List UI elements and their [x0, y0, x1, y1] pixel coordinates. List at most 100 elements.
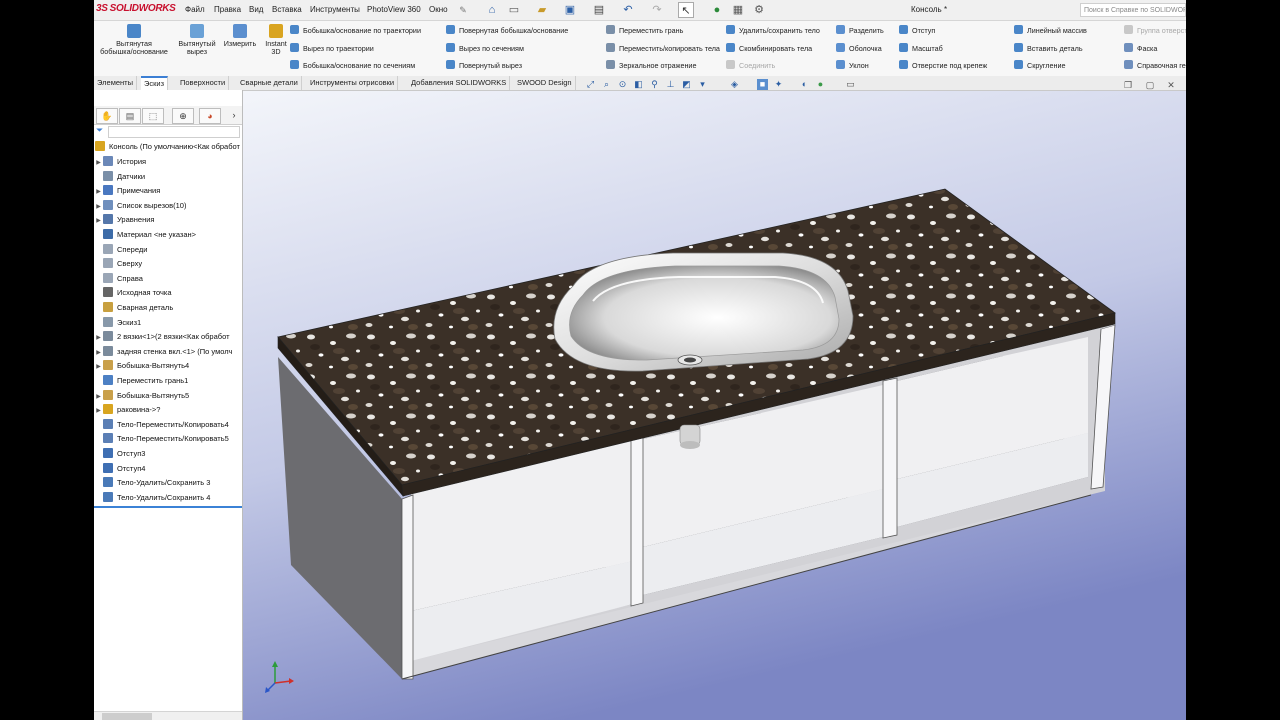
- expand-arrow-icon[interactable]: ▶: [94, 360, 103, 374]
- previous-view-icon[interactable]: ⊙: [617, 79, 628, 90]
- zoom-area-icon[interactable]: ⌕: [601, 79, 612, 90]
- zoom-to-fit-icon[interactable]: ⤢: [585, 79, 596, 90]
- ribbon-cmd-2-1[interactable]: Переместить/копировать тела: [606, 42, 720, 55]
- menu-edit[interactable]: Правка: [214, 5, 241, 14]
- tree-item[interactable]: Отступ4: [94, 462, 242, 477]
- ribbon-cmd-3-0[interactable]: Удалить/сохранить тело: [726, 25, 820, 37]
- expand-arrow-icon[interactable]: ▶: [94, 331, 103, 345]
- tree-item[interactable]: Тело-Переместить/Копировать5: [94, 432, 242, 447]
- ribbon-cmd-2-2[interactable]: Зеркальное отражение: [606, 60, 696, 72]
- tree-item[interactable]: ▶ задняя стенка вкл.<1> (По умолч: [94, 345, 242, 360]
- tab-weldments[interactable]: Сварные детали: [237, 76, 302, 90]
- ribbon-cmd-1-0[interactable]: Повернутая бобышка/основание: [446, 25, 568, 37]
- ribbon-cmd-0-1[interactable]: Вырез по траектории: [290, 42, 374, 55]
- tab-features[interactable]: Элементы: [94, 76, 137, 90]
- rebuild-icon[interactable]: ●: [709, 2, 725, 18]
- tree-item[interactable]: ▶ Уравнения: [94, 213, 242, 228]
- menu-insert[interactable]: Вставка: [272, 5, 302, 14]
- ribbon-cmd-7-0[interactable]: Группа отверстий: [1124, 25, 1186, 37]
- ribbon-cmd-4-1[interactable]: Оболочка: [836, 42, 882, 55]
- tree-item[interactable]: ▶ Бобышка-Вытянуть4: [94, 359, 242, 374]
- help-search-input[interactable]: Поиск в Справке по SOLIDWORKS: [1080, 3, 1186, 17]
- tree-item[interactable]: Датчики: [94, 170, 242, 185]
- ribbon-cmd-3-1[interactable]: Скомбинировать тела: [726, 42, 812, 55]
- expand-arrow-icon[interactable]: ▶: [94, 390, 103, 404]
- ribbon-cmd-4-2[interactable]: Уклон: [836, 60, 869, 72]
- print-icon[interactable]: ▤: [591, 2, 607, 18]
- file-properties-icon[interactable]: ▦: [730, 2, 746, 18]
- ribbon-cmd-3-2[interactable]: Соединить: [726, 60, 775, 72]
- ribbon-cmd-0-2[interactable]: Бобышка/основание по сечениям: [290, 60, 415, 72]
- panel-tabs-more-icon[interactable]: ›: [224, 108, 244, 122]
- tree-root-part[interactable]: Консоль (По умолчанию<Как обработ: [94, 140, 242, 155]
- apply-scene-icon[interactable]: ◐: [799, 79, 810, 90]
- edit-appearance-icon[interactable]: ✦: [773, 79, 784, 90]
- tab-sketch-ink[interactable]: Инструменты отрисовки: [307, 76, 399, 90]
- ribbon-cmd-5-0[interactable]: Отступ: [899, 25, 935, 37]
- open-folder-icon[interactable]: ▰: [534, 2, 550, 18]
- scene-globe-icon[interactable]: ●: [815, 79, 826, 90]
- ribbon-cmd-0-0[interactable]: Бобышка/основание по траектории: [290, 25, 421, 37]
- view-settings-icon[interactable]: ◈: [729, 79, 740, 90]
- menu-view[interactable]: Вид: [249, 5, 263, 14]
- restore-window-icon[interactable]: ❐: [1122, 80, 1134, 91]
- tree-horizontal-scrollbar[interactable]: [94, 711, 242, 720]
- measure-button[interactable]: Измерить: [220, 24, 260, 48]
- tree-item[interactable]: Отступ3: [94, 447, 242, 462]
- tree-item[interactable]: Тело-Удалить/Сохранить 4: [94, 491, 242, 506]
- feature-manager-tab-icon[interactable]: ✋: [96, 108, 118, 124]
- tree-item[interactable]: Тело-Удалить/Сохранить 3: [94, 476, 242, 491]
- ribbon-cmd-2-0[interactable]: Переместить грань: [606, 25, 683, 37]
- home-icon[interactable]: ⌂: [484, 2, 500, 18]
- scrollbar-thumb[interactable]: [102, 713, 152, 720]
- select-cursor-icon[interactable]: ↖: [678, 2, 694, 18]
- ribbon-cmd-6-1[interactable]: Вставить деталь: [1014, 42, 1083, 55]
- ribbon-cmd-6-2[interactable]: Скругление: [1014, 60, 1065, 72]
- extruded-cut-button[interactable]: Вытянутый вырез: [174, 24, 220, 56]
- tree-item[interactable]: Эскиз1: [94, 316, 242, 331]
- tree-item[interactable]: ▶ Список вырезов(10): [94, 199, 242, 214]
- tree-item[interactable]: ▶ раковина->?: [94, 403, 242, 418]
- graphics-viewport[interactable]: [243, 91, 1186, 720]
- tree-rollback-bar[interactable]: [94, 506, 242, 508]
- menu-tools[interactable]: Инструменты: [310, 5, 360, 14]
- pin-icon[interactable]: ✎: [455, 2, 471, 18]
- tree-item[interactable]: Спереди: [94, 243, 242, 258]
- close-document-icon[interactable]: ✕: [1165, 80, 1177, 91]
- tree-item[interactable]: Сварная деталь: [94, 301, 242, 316]
- tab-surfaces[interactable]: Поверхности: [177, 76, 230, 90]
- filter-funnel-icon[interactable]: ⏷: [96, 125, 103, 136]
- options-gear-icon[interactable]: ⚙: [751, 2, 767, 18]
- ribbon-cmd-4-0[interactable]: Разделить: [836, 25, 884, 37]
- display-monitor-icon[interactable]: ▭: [845, 79, 856, 90]
- shaded-cube-icon[interactable]: ■: [757, 79, 768, 90]
- view-orientation-icon[interactable]: ⊥: [665, 79, 676, 90]
- new-document-icon[interactable]: ▭: [506, 2, 522, 18]
- display-manager-tab-icon[interactable]: ◕: [199, 108, 221, 124]
- property-manager-tab-icon[interactable]: ▤: [119, 108, 141, 124]
- ribbon-cmd-7-2[interactable]: Справочная геометрия: [1124, 60, 1186, 72]
- undo-icon[interactable]: ↶: [620, 2, 636, 18]
- ribbon-cmd-1-1[interactable]: Вырез по сечениям: [446, 42, 524, 55]
- tree-item[interactable]: Справа: [94, 272, 242, 287]
- redo-icon[interactable]: ↷: [649, 2, 665, 18]
- menu-window[interactable]: Окно: [429, 5, 448, 14]
- hide-show-icon[interactable]: ▾: [697, 79, 708, 90]
- tree-item[interactable]: Материал <не указан>: [94, 228, 242, 243]
- ribbon-cmd-5-2[interactable]: Отверстие под крепеж: [899, 60, 987, 72]
- ribbon-cmd-7-1[interactable]: Фаска: [1124, 42, 1157, 55]
- display-style-icon[interactable]: ◩: [681, 79, 692, 90]
- tree-item[interactable]: Исходная точка: [94, 286, 242, 301]
- dimxpert-tab-icon[interactable]: ⊕: [172, 108, 194, 124]
- expand-arrow-icon[interactable]: ▶: [94, 185, 103, 199]
- expand-arrow-icon[interactable]: ▶: [94, 200, 103, 214]
- expand-arrow-icon[interactable]: ▶: [94, 404, 103, 418]
- menu-photoview[interactable]: PhotoView 360: [367, 5, 421, 14]
- configuration-manager-tab-icon[interactable]: ⬚: [142, 108, 164, 124]
- tree-filter-input[interactable]: [108, 126, 240, 138]
- dynamic-annotation-icon[interactable]: ⚲: [649, 79, 660, 90]
- tree-item[interactable]: ▶ 2 вязки<1>(2 вязки<Как обработ: [94, 330, 242, 345]
- ribbon-cmd-1-2[interactable]: Повернутый вырез: [446, 60, 522, 72]
- extruded-boss-button[interactable]: Вытянутая бобышка/основание: [98, 24, 170, 56]
- ribbon-cmd-6-0[interactable]: Линейный массив: [1014, 25, 1087, 37]
